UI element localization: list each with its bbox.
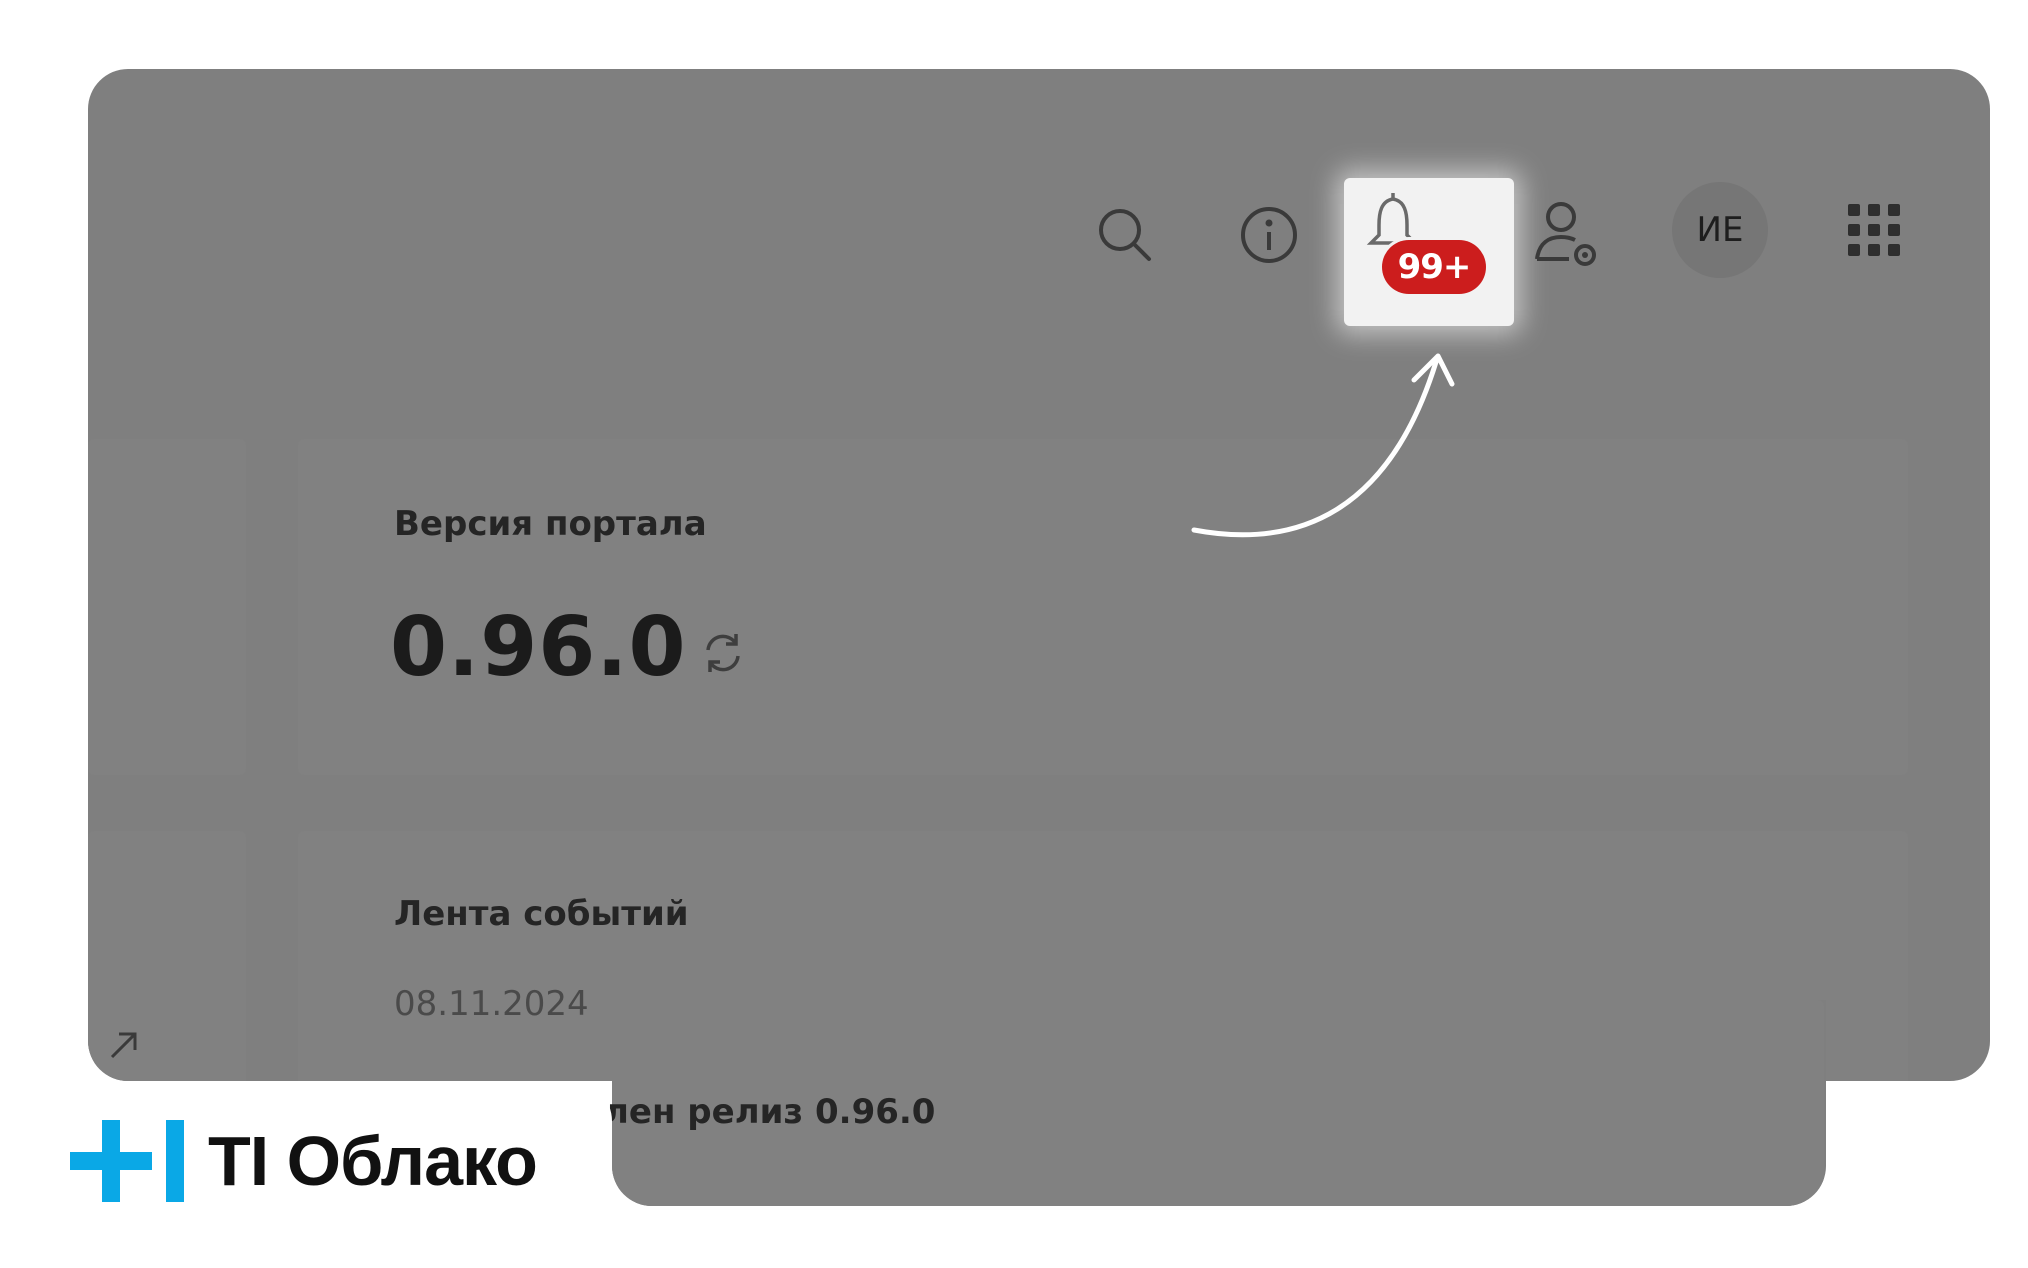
notifications-button[interactable]: 99+ xyxy=(1344,178,1514,326)
refresh-icon[interactable] xyxy=(698,628,748,678)
plus-bar-logo-icon xyxy=(70,1120,184,1202)
user-settings-icon[interactable] xyxy=(1532,198,1602,274)
open-link-icon[interactable] xyxy=(102,1023,146,1067)
brand-logo-text: TI Облако xyxy=(208,1122,538,1200)
avatar[interactable]: ИЕ xyxy=(1672,182,1768,278)
portal-version-value: 0.96.0 xyxy=(390,600,687,695)
event-entry[interactable]: лен релиз 0.96.0 xyxy=(604,1092,935,1132)
search-icon[interactable] xyxy=(1092,202,1158,268)
events-title: Лента событий xyxy=(394,894,689,934)
apps-grid-icon[interactable] xyxy=(1844,200,1904,260)
brand-logo: TI Облако xyxy=(70,1118,538,1204)
info-icon[interactable] xyxy=(1236,202,1302,268)
notifications-badge: 99+ xyxy=(1382,240,1486,294)
pointer-arrow xyxy=(1191,353,1455,538)
portal-version-title: Версия портала xyxy=(394,504,707,544)
left-card-top xyxy=(88,439,246,775)
event-date: 08.11.2024 xyxy=(394,984,589,1024)
